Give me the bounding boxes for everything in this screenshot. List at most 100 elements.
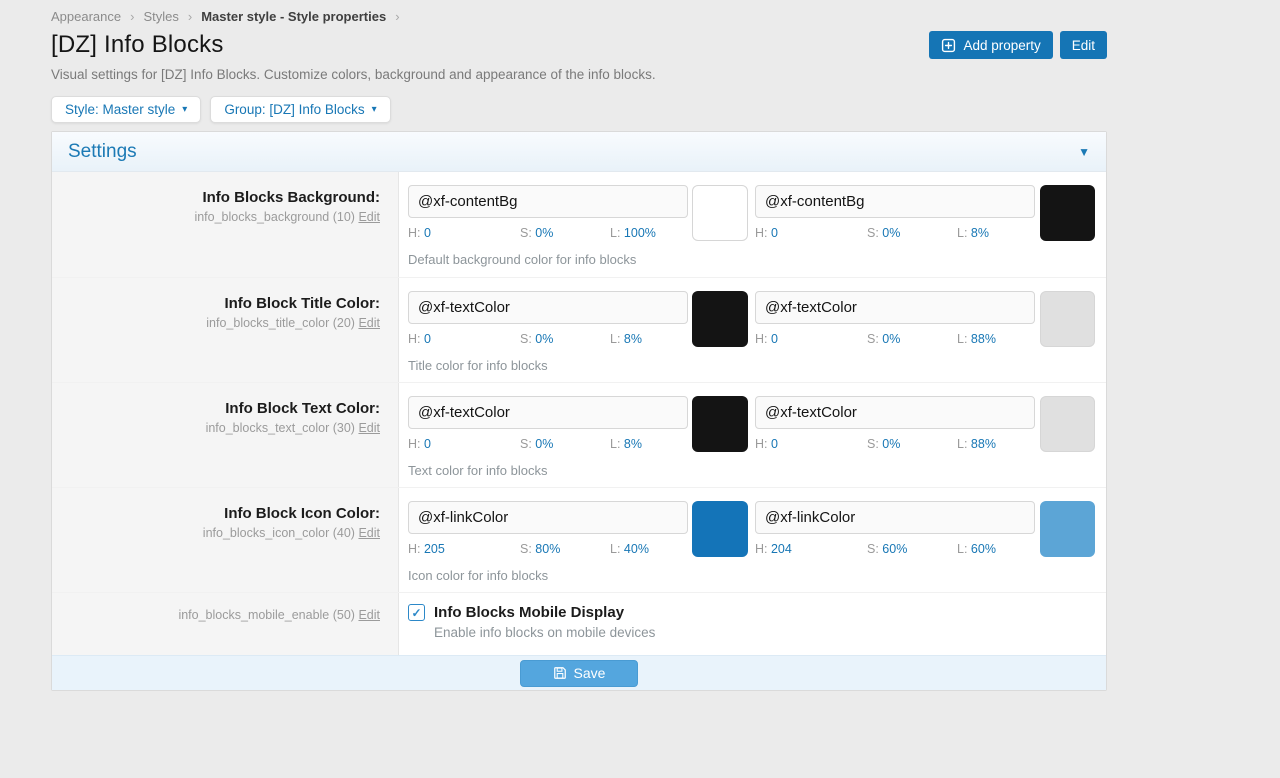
saturation-value: 0% bbox=[882, 226, 900, 240]
hue-value: 0 bbox=[424, 226, 431, 240]
color-swatch[interactable] bbox=[692, 185, 748, 241]
hsl-readout: H: 0 S: 0% L: 88% bbox=[755, 332, 1035, 346]
filter-bar: Style: Master style ▾ Group: [DZ] Info B… bbox=[51, 96, 1107, 123]
hsl-readout: H: 204 S: 60% L: 60% bbox=[755, 542, 1035, 556]
color-swatch-dark[interactable] bbox=[1040, 501, 1095, 557]
add-icon bbox=[941, 38, 956, 53]
page-content: Appearance › Styles › Master style - Sty… bbox=[51, 0, 1107, 691]
lightness-value: 100% bbox=[624, 226, 656, 240]
setting-meta: info_blocks_icon_color (40) bbox=[203, 526, 355, 540]
saturation-value: 0% bbox=[535, 332, 553, 346]
setting-edit-link[interactable]: Edit bbox=[358, 210, 380, 224]
setting-content-cell: H: 0 S: 0% L: 8% H: 0 S: 0% L: 88% bbox=[399, 278, 1106, 382]
group-selector-label: Group: [DZ] Info Blocks bbox=[224, 102, 364, 117]
setting-description: Icon color for info blocks bbox=[408, 568, 1106, 583]
saturation-value: 0% bbox=[535, 226, 553, 240]
lightness-value: 60% bbox=[971, 542, 996, 556]
add-property-button[interactable]: Add property bbox=[929, 31, 1052, 59]
color-swatch-dark[interactable] bbox=[1040, 396, 1095, 452]
color-value-input-dark[interactable] bbox=[755, 501, 1035, 534]
page-subtitle: Visual settings for [DZ] Info Blocks. Cu… bbox=[51, 67, 1107, 82]
hue-value: 205 bbox=[424, 542, 445, 556]
hsl-readout: H: 0 S: 0% L: 88% bbox=[755, 437, 1035, 451]
hue-value: 0 bbox=[424, 437, 431, 451]
chevron-down-icon: ▾ bbox=[182, 104, 187, 115]
setting-content-cell: H: 0 S: 0% L: 8% H: 0 S: 0% L: 88% bbox=[399, 383, 1106, 487]
mobile-enable-option[interactable]: ✓ Info Blocks Mobile Display bbox=[408, 604, 1106, 621]
settings-panel-header[interactable]: Settings ▼ bbox=[52, 132, 1106, 172]
setting-description: Text color for info blocks bbox=[408, 463, 1106, 478]
setting-label: Info Block Text Color: bbox=[62, 400, 380, 417]
color-swatch[interactable] bbox=[692, 501, 748, 557]
group-selector[interactable]: Group: [DZ] Info Blocks ▾ bbox=[210, 96, 390, 123]
mobile-enable-checkbox[interactable]: ✓ bbox=[408, 604, 425, 621]
setting-label-cell: Info Blocks Background: info_blocks_back… bbox=[52, 172, 399, 277]
lightness-value: 88% bbox=[971, 437, 996, 451]
color-swatch[interactable] bbox=[692, 291, 748, 347]
setting-meta: info_blocks_title_color (20) bbox=[206, 316, 355, 330]
hsl-readout: H: 0 S: 0% L: 8% bbox=[755, 226, 1035, 240]
lightness-value: 8% bbox=[971, 226, 989, 240]
setting-label-cell: info_blocks_mobile_enable (50) Edit bbox=[52, 593, 399, 655]
color-value-input[interactable] bbox=[408, 291, 688, 324]
setting-content-cell: H: 0 S: 0% L: 100% H: 0 S: 0% L: 8% bbox=[399, 172, 1106, 277]
setting-row-text-color: Info Block Text Color: info_blocks_text_… bbox=[52, 382, 1106, 487]
saturation-value: 0% bbox=[882, 437, 900, 451]
setting-label-cell: Info Block Title Color: info_blocks_titl… bbox=[52, 278, 399, 382]
setting-row-mobile-enable: info_blocks_mobile_enable (50) Edit ✓ In… bbox=[52, 592, 1106, 655]
collapse-chevron-icon[interactable]: ▼ bbox=[1078, 145, 1090, 159]
setting-row-title-color: Info Block Title Color: info_blocks_titl… bbox=[52, 277, 1106, 382]
save-button[interactable]: Save bbox=[520, 660, 639, 687]
saturation-value: 80% bbox=[535, 542, 560, 556]
setting-edit-link[interactable]: Edit bbox=[358, 526, 380, 540]
panel-footer: Save bbox=[52, 655, 1106, 690]
breadcrumb-separator-icon: › bbox=[395, 9, 399, 24]
hue-value: 0 bbox=[771, 437, 778, 451]
hsl-readout: H: 0 S: 0% L: 8% bbox=[408, 437, 688, 451]
color-value-input[interactable] bbox=[408, 396, 688, 429]
breadcrumb-appearance[interactable]: Appearance bbox=[51, 9, 121, 24]
color-swatch-dark[interactable] bbox=[1040, 185, 1095, 241]
header-row: [DZ] Info Blocks Add property Edit bbox=[51, 31, 1107, 59]
mobile-enable-label: Info Blocks Mobile Display bbox=[434, 604, 624, 621]
settings-panel: Settings ▼ Info Blocks Background: info_… bbox=[51, 131, 1107, 691]
style-selector-label: Style: Master style bbox=[65, 102, 175, 117]
save-button-label: Save bbox=[574, 665, 606, 681]
page-title: [DZ] Info Blocks bbox=[51, 31, 224, 59]
saturation-value: 60% bbox=[882, 542, 907, 556]
save-icon bbox=[553, 666, 567, 680]
color-swatch-dark[interactable] bbox=[1040, 291, 1095, 347]
color-value-input-dark[interactable] bbox=[755, 291, 1035, 324]
hue-value: 204 bbox=[771, 542, 792, 556]
setting-label-cell: Info Block Icon Color: info_blocks_icon_… bbox=[52, 488, 399, 592]
setting-row-background: Info Blocks Background: info_blocks_back… bbox=[52, 172, 1106, 277]
breadcrumb-styles[interactable]: Styles bbox=[143, 9, 178, 24]
setting-content-cell: ✓ Info Blocks Mobile Display Enable info… bbox=[399, 593, 1106, 655]
setting-edit-link[interactable]: Edit bbox=[358, 608, 380, 622]
mobile-enable-description: Enable info blocks on mobile devices bbox=[434, 625, 1106, 640]
hsl-readout: H: 0 S: 0% L: 100% bbox=[408, 226, 688, 240]
color-value-input[interactable] bbox=[408, 185, 688, 218]
color-swatch[interactable] bbox=[692, 396, 748, 452]
setting-edit-link[interactable]: Edit bbox=[358, 316, 380, 330]
style-selector[interactable]: Style: Master style ▾ bbox=[51, 96, 201, 123]
color-value-input[interactable] bbox=[408, 501, 688, 534]
setting-description: Title color for info blocks bbox=[408, 358, 1106, 373]
setting-label-cell: Info Block Text Color: info_blocks_text_… bbox=[52, 383, 399, 487]
edit-button[interactable]: Edit bbox=[1060, 31, 1107, 59]
breadcrumb: Appearance › Styles › Master style - Sty… bbox=[51, 0, 1107, 24]
add-property-label: Add property bbox=[963, 38, 1040, 53]
saturation-value: 0% bbox=[535, 437, 553, 451]
edit-button-label: Edit bbox=[1072, 38, 1095, 53]
setting-meta: info_blocks_mobile_enable (50) bbox=[178, 608, 355, 622]
setting-edit-link[interactable]: Edit bbox=[358, 421, 380, 435]
setting-row-icon-color: Info Block Icon Color: info_blocks_icon_… bbox=[52, 487, 1106, 592]
breadcrumb-separator-icon: › bbox=[188, 9, 192, 24]
check-icon: ✓ bbox=[411, 607, 421, 619]
breadcrumb-current[interactable]: Master style - Style properties bbox=[201, 9, 386, 24]
setting-label: Info Block Icon Color: bbox=[62, 505, 380, 522]
color-value-input-dark[interactable] bbox=[755, 185, 1035, 218]
color-value-input-dark[interactable] bbox=[755, 396, 1035, 429]
hue-value: 0 bbox=[771, 226, 778, 240]
setting-meta: info_blocks_background (10) bbox=[194, 210, 355, 224]
